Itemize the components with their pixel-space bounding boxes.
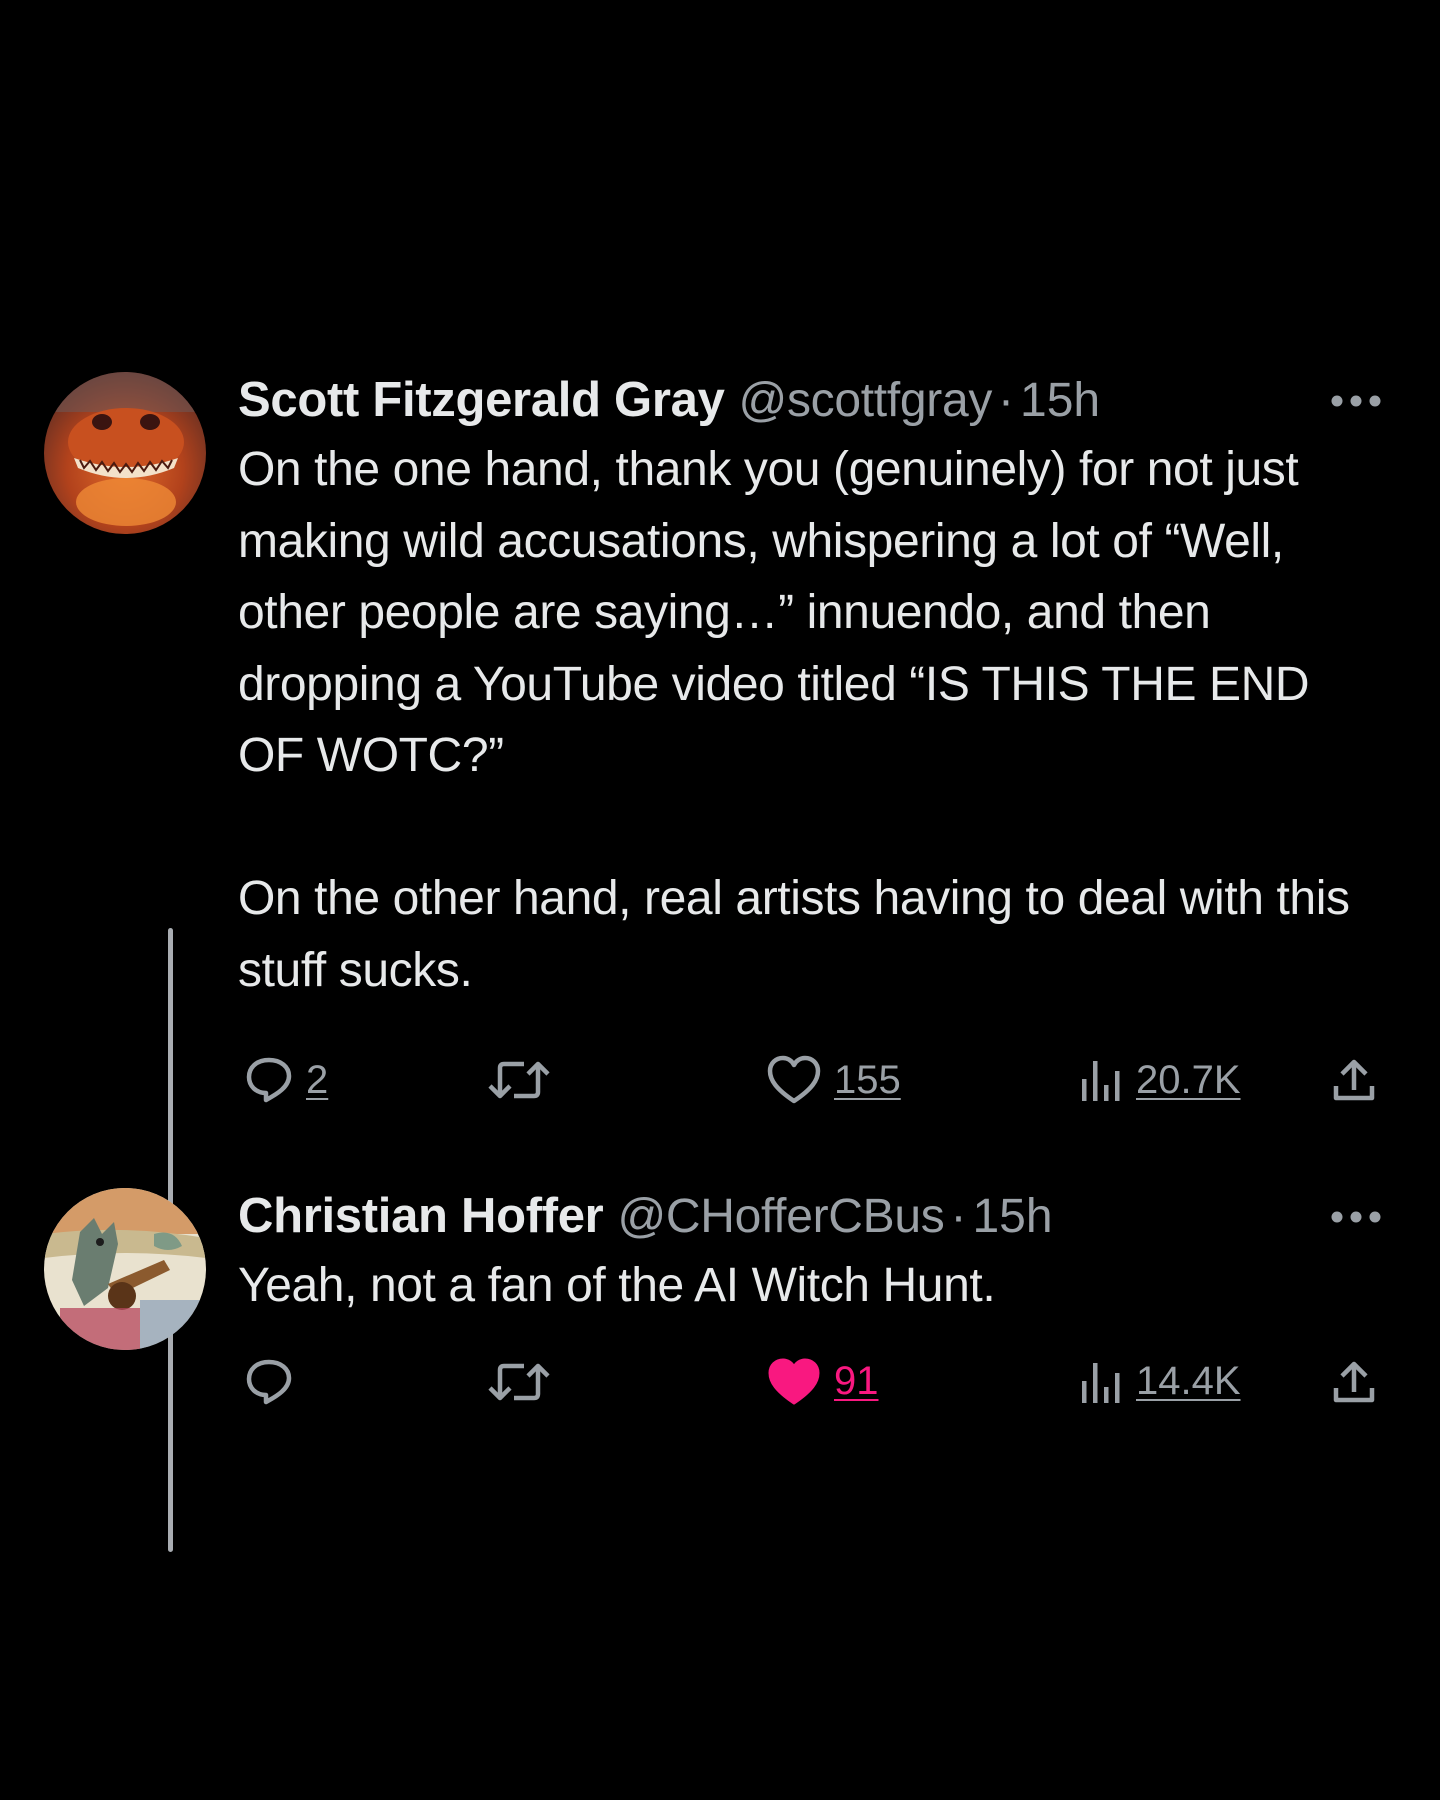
action-bar: 91 14.4K bbox=[238, 1352, 1386, 1412]
tweet-content: Christian Hoffer @CHofferCBus · 15h Yeah… bbox=[238, 1188, 1386, 1412]
views-bar-chart-icon bbox=[1082, 1061, 1120, 1101]
retweet-icon bbox=[488, 1061, 550, 1099]
views-button[interactable]: 20.7K bbox=[1078, 1050, 1241, 1110]
red-dragon-avatar-icon bbox=[44, 372, 206, 534]
kaiju-guitar-avatar-icon bbox=[44, 1188, 206, 1350]
reply-button[interactable]: 2 bbox=[244, 1050, 328, 1110]
tweet-header: Scott Fitzgerald Gray @scottfgray · 15h bbox=[238, 372, 1386, 432]
reply-button[interactable] bbox=[244, 1352, 294, 1412]
more-options-icon[interactable] bbox=[1330, 394, 1382, 408]
tweet-text: On the one hand, thank you (genuinely) f… bbox=[238, 443, 1350, 997]
avatar[interactable] bbox=[44, 372, 206, 534]
share-icon bbox=[1333, 1361, 1375, 1402]
like-button[interactable]: 155 bbox=[766, 1050, 901, 1110]
reply-count: 2 bbox=[306, 1057, 329, 1102]
timestamp[interactable]: 15h bbox=[972, 1189, 1052, 1244]
like-button[interactable]: 91 bbox=[766, 1352, 879, 1412]
views-count: 20.7K bbox=[1136, 1057, 1241, 1102]
views-button[interactable]: 14.4K bbox=[1078, 1352, 1241, 1412]
display-name[interactable]: Christian Hoffer bbox=[238, 1188, 604, 1244]
share-button[interactable] bbox=[1330, 1050, 1378, 1110]
separator-dot: · bbox=[998, 374, 1015, 427]
separator-dot: · bbox=[950, 1190, 967, 1243]
display-name[interactable]: Scott Fitzgerald Gray bbox=[238, 372, 725, 428]
like-count: 91 bbox=[834, 1359, 879, 1403]
tweet-header: Christian Hoffer @CHofferCBus · 15h bbox=[238, 1188, 1386, 1248]
reply-icon bbox=[246, 1359, 292, 1404]
views-count: 14.4K bbox=[1136, 1359, 1241, 1403]
action-bar: 2 155 20.7K bbox=[238, 1050, 1386, 1110]
retweet-button[interactable] bbox=[488, 1352, 550, 1412]
user-handle[interactable]: @CHofferCBus bbox=[617, 1189, 944, 1244]
avatar[interactable] bbox=[44, 1188, 206, 1350]
heart-outline-icon bbox=[767, 1055, 821, 1104]
tweet-content: Scott Fitzgerald Gray @scottfgray · 15h … bbox=[238, 372, 1386, 1110]
more-options-icon[interactable] bbox=[1330, 1210, 1382, 1224]
views-bar-chart-icon bbox=[1082, 1362, 1120, 1403]
tweet-text: Yeah, not a fan of the AI Witch Hunt. bbox=[238, 1259, 996, 1312]
like-count: 155 bbox=[834, 1057, 901, 1102]
user-handle[interactable]: @scottfgray bbox=[739, 373, 993, 428]
reply-icon bbox=[246, 1057, 292, 1103]
share-icon bbox=[1333, 1059, 1375, 1101]
share-button[interactable] bbox=[1330, 1352, 1378, 1412]
heart-filled-icon bbox=[768, 1358, 820, 1404]
timestamp[interactable]: 15h bbox=[1020, 373, 1100, 428]
retweet-icon bbox=[488, 1363, 550, 1400]
retweet-button[interactable] bbox=[488, 1050, 550, 1110]
